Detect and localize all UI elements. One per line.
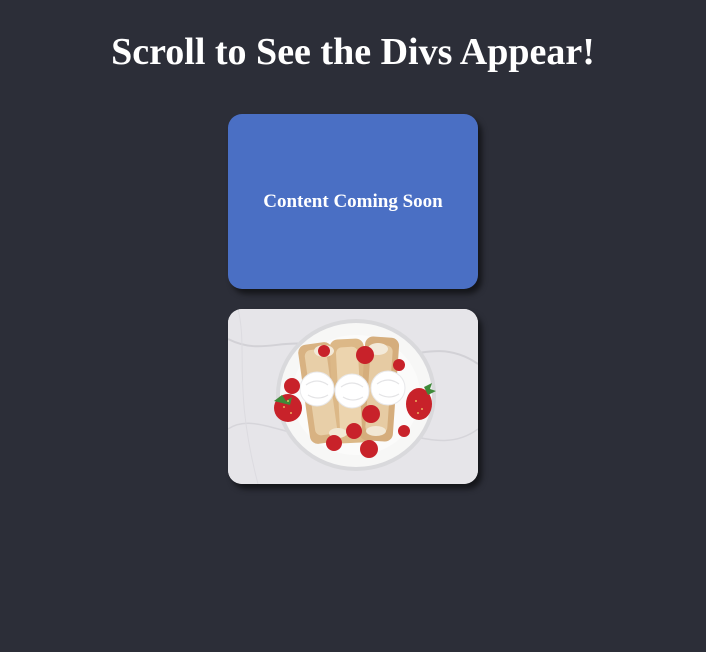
content-card-text: Content Coming Soon — [263, 190, 443, 212]
page: Scroll to See the Divs Appear! Content C… — [0, 0, 706, 652]
page-title: Scroll to See the Divs Appear! — [111, 31, 595, 73]
content-card: Content Coming Soon — [228, 114, 478, 289]
crepes-photo — [228, 309, 478, 484]
crepes-image-card — [228, 309, 478, 484]
